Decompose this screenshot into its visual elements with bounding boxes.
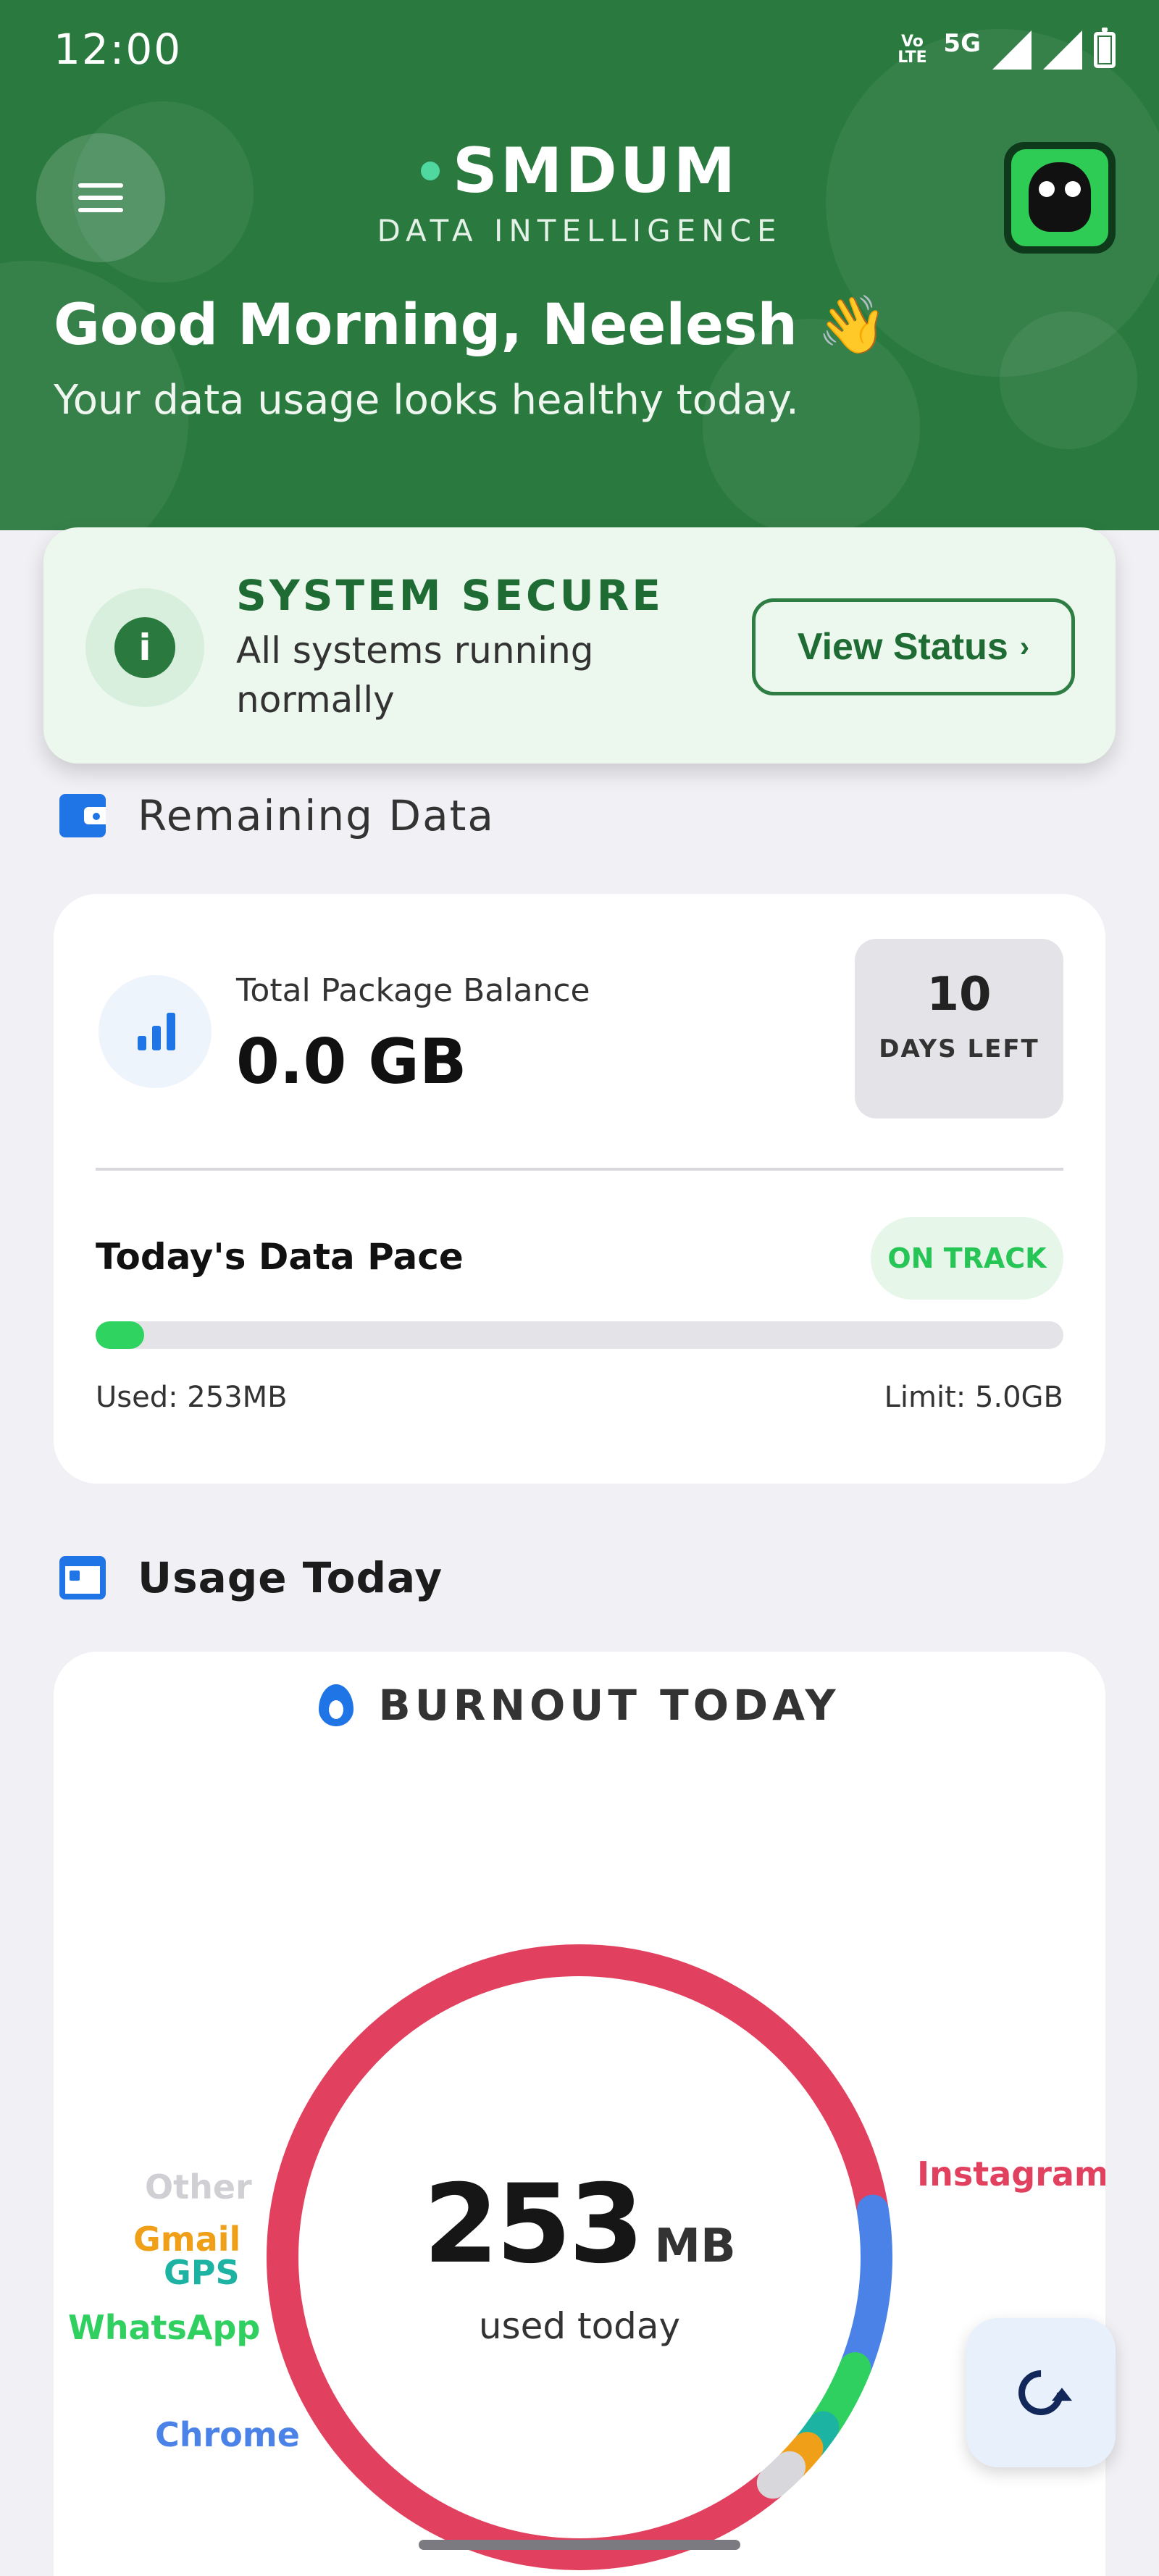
- balance-value: 0.0 GB: [236, 1026, 467, 1098]
- app-label-gmail[interactable]: Gmail: [133, 2220, 240, 2259]
- owl-logo-icon[interactable]: [1004, 142, 1116, 254]
- decor-bubble: [1000, 311, 1137, 449]
- owl-eye: [1065, 181, 1081, 197]
- volte-indicator: Vo LTE: [898, 33, 927, 67]
- brand-subtitle: DATA INTELLIGENCE: [377, 213, 782, 248]
- owl-eye: [1039, 181, 1055, 197]
- signal-bars-icon: [135, 1013, 178, 1050]
- info-icon: i: [114, 617, 175, 678]
- remaining-data-card: Total Package Balance 0.0 GB 10 DAYS LEF…: [54, 894, 1105, 1484]
- info-icon-wrap: i: [85, 588, 204, 707]
- days-left-box: 10 DAYS LEFT: [855, 939, 1063, 1118]
- signal-bars-icon-wrap: [99, 975, 212, 1088]
- days-left-number: 10: [926, 968, 992, 1021]
- days-left-label: DAYS LEFT: [879, 1034, 1039, 1063]
- brand-name-row: SMDUM: [420, 135, 739, 207]
- divider: [96, 1168, 1063, 1171]
- status-time: 12:00: [54, 25, 183, 74]
- app-label-other[interactable]: Other: [145, 2167, 252, 2207]
- system-status-description: All systems running normally: [236, 630, 594, 721]
- chevron-right-icon: ›: [1019, 630, 1030, 663]
- remaining-data-header: Remaining Data: [59, 791, 495, 840]
- remaining-data-title: Remaining Data: [138, 791, 495, 840]
- view-status-button[interactable]: View Status ›: [752, 598, 1075, 695]
- refresh-button[interactable]: [966, 2318, 1116, 2467]
- app-label-whatsapp[interactable]: WhatsApp: [68, 2308, 260, 2347]
- network-type: 5G: [943, 29, 981, 58]
- signal-icon: [1043, 30, 1082, 70]
- app-header: 12:00 Vo LTE 5G SMDUM DATA INTELLIGENCE …: [0, 0, 1159, 530]
- gesture-nav-bar[interactable]: [419, 2540, 740, 2550]
- brand-dot-icon: [420, 162, 440, 180]
- wallet-icon: [59, 794, 106, 837]
- brand-name: SMDUM: [452, 135, 739, 207]
- signal-icon: [992, 30, 1032, 70]
- pace-progress-fill: [96, 1321, 144, 1349]
- donut-segment-other[interactable]: [756, 2451, 806, 2499]
- burnout-card: BURNOUT TODAY 253 MB used today Instagram…: [54, 1652, 1105, 2576]
- total-usage-value: 253: [423, 2162, 644, 2288]
- pace-limit-label: Limit: 5.0GB: [884, 1381, 1063, 1414]
- pace-used-label: Used: 253MB: [96, 1381, 288, 1414]
- pace-status-badge: ON TRACK: [871, 1217, 1063, 1300]
- app-label-instagram[interactable]: Instagram: [917, 2154, 1105, 2194]
- view-status-label: View Status: [797, 626, 1008, 668]
- logo-background: [1011, 149, 1108, 246]
- system-status-card: i SYSTEM SECURE All systems running norm…: [43, 527, 1116, 764]
- usage-today-header: Usage Today: [59, 1553, 443, 1602]
- app-label-gps[interactable]: GPS: [164, 2253, 240, 2292]
- pace-progress-bar: [96, 1321, 1063, 1349]
- calendar-icon: [59, 1556, 106, 1599]
- pace-title: Today's Data Pace: [96, 1236, 464, 1278]
- owl-shape: [1029, 162, 1091, 232]
- battery-icon: [1094, 28, 1116, 68]
- status-icons: Vo LTE 5G: [892, 25, 1116, 75]
- brand: SMDUM DATA INTELLIGENCE: [0, 135, 1159, 248]
- greeting-subtitle: Your data usage looks healthy today.: [54, 377, 799, 424]
- greeting-title: Good Morning, Neelesh 👋: [54, 293, 888, 358]
- total-usage-unit: MB: [654, 2220, 736, 2273]
- refresh-icon: [1009, 2361, 1073, 2425]
- balance-label: Total Package Balance: [236, 972, 590, 1009]
- usage-today-title: Usage Today: [138, 1553, 443, 1602]
- app-label-chrome[interactable]: Chrome: [155, 2415, 300, 2454]
- system-status-title: SYSTEM SECURE: [236, 571, 664, 620]
